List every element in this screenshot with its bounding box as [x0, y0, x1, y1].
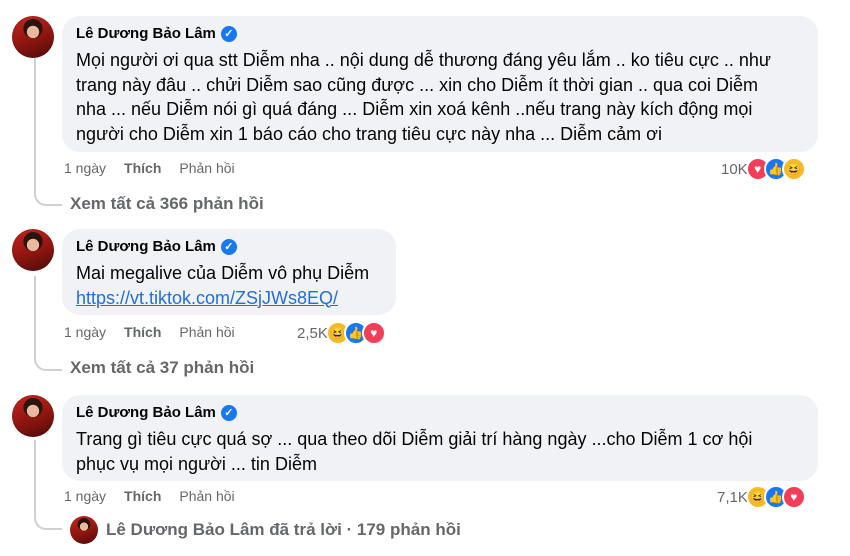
comment-actions: 1 ngày Thích Phản hồi — [64, 324, 235, 340]
comment-line: người cho Diễm xin 1 báo cáo cho trang t… — [76, 123, 662, 144]
comment-line: Mọi người ơi qua stt Diễm nha .. nội dun… — [76, 50, 771, 70]
comment-actions: 1 ngày Thích Phản hồi — [64, 488, 235, 504]
avatar[interactable] — [12, 16, 54, 58]
comment-line: phục vụ mọi người ... tin Diễm — [76, 453, 317, 474]
reaction-summary[interactable]: 2,5K 😆 👍 ♥ — [297, 321, 386, 345]
comment-line: Trang gì tiêu cực quá sợ ... qua theo dõ… — [76, 429, 753, 449]
thread-line — [34, 58, 36, 186]
reaction-summary[interactable]: 10K ♥ 👍 😆 — [721, 157, 806, 181]
author-replied-link[interactable]: Lê Dương Bảo Lâm đã trả lời · 179 phản h… — [70, 516, 461, 544]
comment-line: nha ... nếu Diễm nói gì quá đáng ... Diễ… — [76, 99, 753, 119]
comment-author[interactable]: Lê Dương Bảo Lâm ✓ — [76, 24, 804, 44]
see-all-replies-link[interactable]: Xem tất cả 366 phản hồi — [70, 194, 264, 214]
author-name[interactable]: Lê Dương Bảo Lâm — [76, 237, 216, 257]
comment-line: Mai megalive của Diễm vô phụ Diễm — [76, 263, 370, 283]
like-button[interactable]: Thích — [124, 488, 161, 504]
verified-badge-icon: ✓ — [220, 405, 237, 421]
author-replied-text: Lê Dương Bảo Lâm đã trả lời · 179 phản h… — [106, 520, 461, 539]
comment-bubble: Lê Dương Bảo Lâm ✓ Mọi người ơi qua stt … — [62, 16, 818, 152]
comment-line: trang này đâu .. chửi Diễm sao cũng được… — [76, 74, 759, 95]
verified-badge-icon: ✓ — [220, 239, 237, 255]
reply-button[interactable]: Phản hồi — [179, 488, 234, 504]
comment-time[interactable]: 1 ngày — [64, 160, 106, 176]
comment-time[interactable]: 1 ngày — [64, 488, 106, 504]
reply-button[interactable]: Phản hồi — [179, 324, 234, 340]
reaction-summary[interactable]: 7,1K 😆 👍 ♥ — [717, 485, 806, 509]
comment-time[interactable]: 1 ngày — [64, 324, 106, 340]
see-all-replies-link[interactable]: Xem tất cả 37 phản hồi — [70, 358, 254, 378]
comment-actions: 1 ngày Thích Phản hồi — [64, 160, 235, 176]
heart-icon: ♥ — [361, 321, 386, 345]
comment-author[interactable]: Lê Dương Bảo Lâm ✓ — [76, 403, 804, 423]
comment-text: Mọi người ơi qua stt Diễm nha .. nội dun… — [76, 48, 804, 146]
thread-elbow — [34, 351, 62, 371]
verified-badge-icon: ✓ — [220, 26, 237, 42]
tiktok-link[interactable]: https://vt.tiktok.com/ZSjJWs8EQ/ — [76, 286, 382, 310]
haha-icon: 😆 — [781, 157, 806, 181]
reaction-count: 2,5K — [297, 324, 328, 342]
thread-line — [34, 276, 36, 351]
like-button[interactable]: Thích — [124, 324, 161, 340]
thread-elbow — [34, 510, 62, 530]
author-name[interactable]: Lê Dương Bảo Lâm — [76, 403, 216, 423]
avatar[interactable] — [12, 395, 54, 437]
comment-bubble: Lê Dương Bảo Lâm ✓ Mai megalive của Diễm… — [62, 229, 396, 315]
reaction-count: 7,1K — [717, 488, 748, 506]
comment-text: Mai megalive của Diễm vô phụ Diễm — [76, 261, 382, 286]
thread-elbow — [34, 186, 62, 206]
like-button[interactable]: Thích — [124, 160, 161, 176]
heart-icon: ♥ — [781, 485, 806, 509]
reaction-count: 10K — [721, 160, 748, 178]
avatar — [70, 516, 98, 544]
comment-author[interactable]: Lê Dương Bảo Lâm ✓ — [76, 237, 382, 257]
comment-bubble: Lê Dương Bảo Lâm ✓ Trang gì tiêu cực quá… — [62, 395, 818, 481]
author-name[interactable]: Lê Dương Bảo Lâm — [76, 24, 216, 44]
thread-line — [34, 440, 36, 510]
comment-text: Trang gì tiêu cực quá sợ ... qua theo dõ… — [76, 427, 804, 476]
avatar[interactable] — [12, 229, 54, 271]
reply-button[interactable]: Phản hồi — [179, 160, 234, 176]
